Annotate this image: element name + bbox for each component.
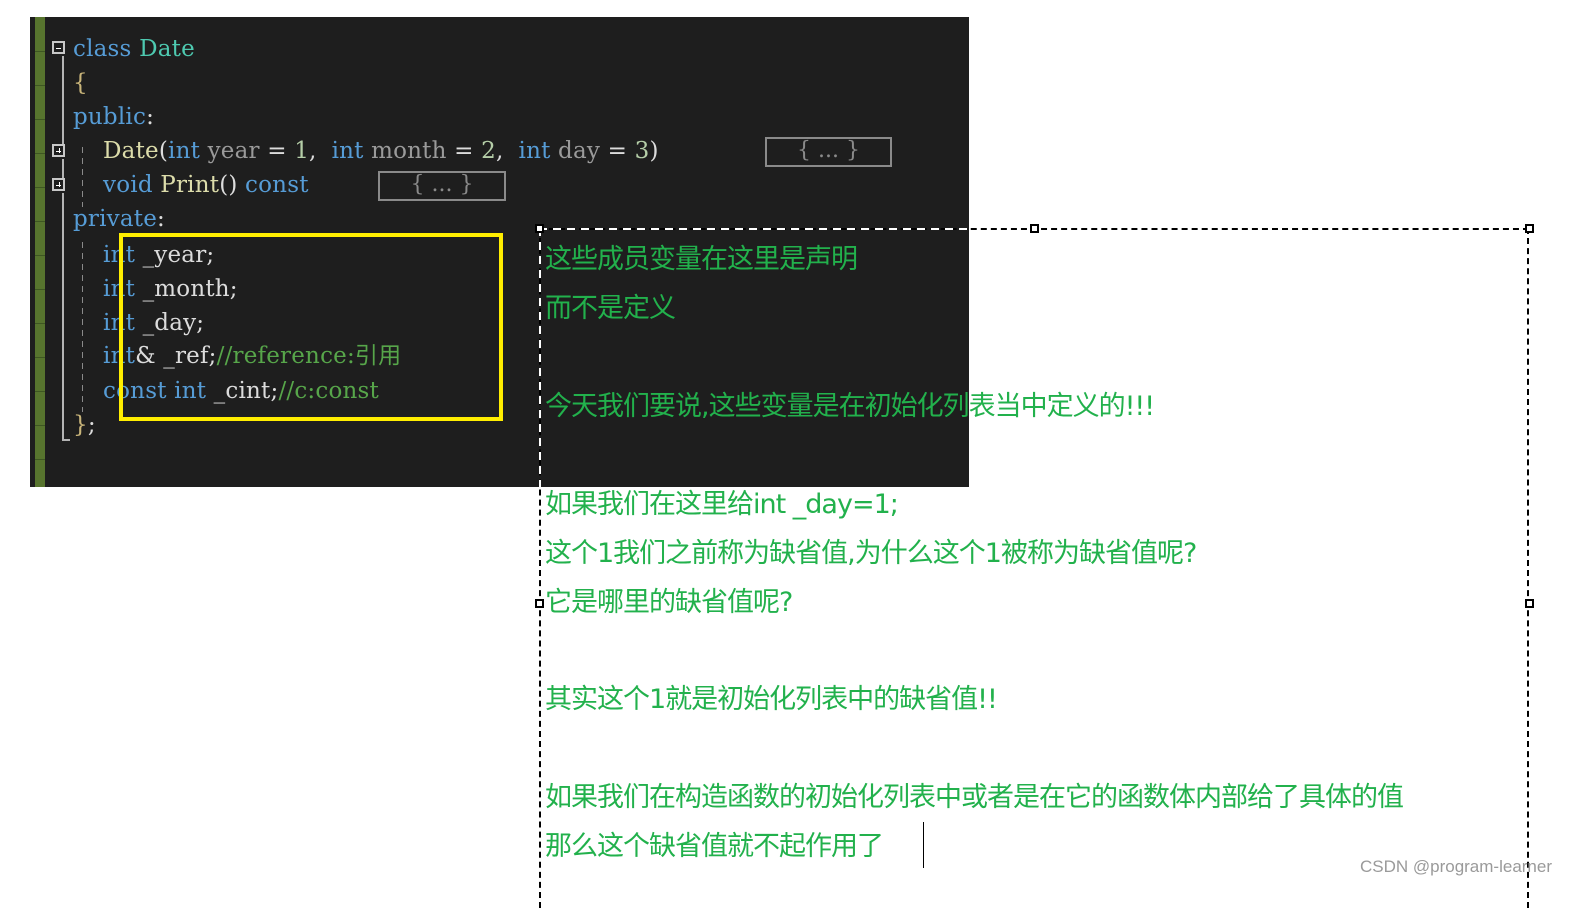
code-token-ty: Date: [139, 36, 195, 62]
code-token-kw: class: [73, 36, 132, 62]
code-token-kw: void: [103, 172, 153, 198]
annotation-line: 今天我们要说,这些变量是在初始化列表当中定义的!!!: [545, 391, 1155, 422]
collapsed-constructor-body[interactable]: { ... }: [765, 137, 892, 167]
annotation-line: 如果我们在这里给int _day=1;: [545, 489, 899, 520]
resize-handle-top-left[interactable]: [535, 224, 544, 233]
annotation-line: 这个1我们之前称为缺省值,为什么这个1被称为缺省值呢?: [545, 538, 1197, 569]
code-token-pl: ;: [87, 412, 96, 438]
code-token-pm: month: [363, 138, 447, 164]
annotation-line: 其实这个1就是初始化列表中的缺省值!!: [545, 684, 998, 715]
code-token-pl: ,: [309, 138, 332, 164]
outline-guide-end: [62, 439, 70, 441]
code-line-constructor: Date(int year = 1, int month = 2, int da…: [73, 134, 659, 168]
code-token-kw: int: [518, 138, 551, 164]
code-token-pm: year: [200, 138, 260, 164]
collapsed-print-body[interactable]: { ... }: [378, 171, 506, 201]
outline-guide: [62, 159, 64, 178]
text-caret: [923, 822, 924, 868]
code-line-close-brace: };: [73, 408, 96, 442]
resize-handle-top-right[interactable]: [1525, 224, 1534, 233]
annotation-line: 那么这个缺省值就不起作用了: [545, 831, 884, 862]
expand-print-icon[interactable]: [52, 178, 65, 191]
code-token-num: 3: [634, 138, 650, 164]
code-token-pl: :: [157, 206, 165, 232]
code-token-pl: (): [219, 172, 246, 198]
code-token-num: 2: [481, 138, 496, 164]
resize-handle-middle-right[interactable]: [1525, 599, 1534, 608]
code-line-private: private:: [73, 202, 165, 236]
code-token-num: 1: [294, 138, 310, 164]
code-line-class-decl: class Date: [73, 32, 195, 66]
watermark: CSDN @program-learner: [1359, 857, 1552, 876]
code-token-kw: public: [73, 104, 147, 130]
annotation-line: 这些成员变量在这里是声明: [545, 244, 858, 275]
outline-guide: [62, 193, 64, 441]
code-token-kw: const: [245, 172, 309, 198]
code-token-fn: Print: [160, 172, 220, 198]
code-token-kw: private: [73, 206, 158, 232]
code-token-pl: :: [146, 104, 155, 130]
outline-guide: [62, 56, 64, 144]
annotation-line: 如果我们在构造函数的初始化列表中或者是在它的函数体内部给了具体的值: [545, 782, 1404, 813]
code-line-public: public:: [73, 100, 154, 134]
code-token-pl: ): [649, 138, 659, 164]
code-token-br: }: [73, 412, 88, 438]
code-token-pl: =: [446, 138, 482, 164]
code-token-pm: day: [550, 138, 601, 164]
annotation-line: 而不是定义: [545, 293, 676, 324]
code-token-pl: ,: [495, 138, 519, 164]
member-variables-highlight: [119, 233, 503, 421]
textbox-border-on-dark: [539, 228, 969, 230]
code-token-kw: int: [168, 138, 201, 164]
annotation-line: 它是哪里的缺省值呢?: [545, 587, 793, 618]
code-token-pl: =: [259, 138, 295, 164]
collapse-class-icon[interactable]: [52, 41, 65, 54]
code-token-pl: (: [158, 138, 169, 164]
code-token-br: {: [73, 70, 88, 96]
change-tracking-bar: [35, 17, 45, 487]
code-token-kw: int: [331, 138, 364, 164]
code-token-pl: =: [600, 138, 635, 164]
resize-handle-middle-left[interactable]: [535, 599, 544, 608]
expand-constructor-icon[interactable]: [52, 144, 65, 157]
resize-handle-top-middle[interactable]: [1030, 224, 1039, 233]
code-token-fn: Date: [103, 138, 159, 164]
textbox-border-on-dark: [539, 228, 541, 487]
code-line-open-brace: {: [73, 66, 88, 100]
code-line-print: void Print() const: [73, 168, 309, 202]
